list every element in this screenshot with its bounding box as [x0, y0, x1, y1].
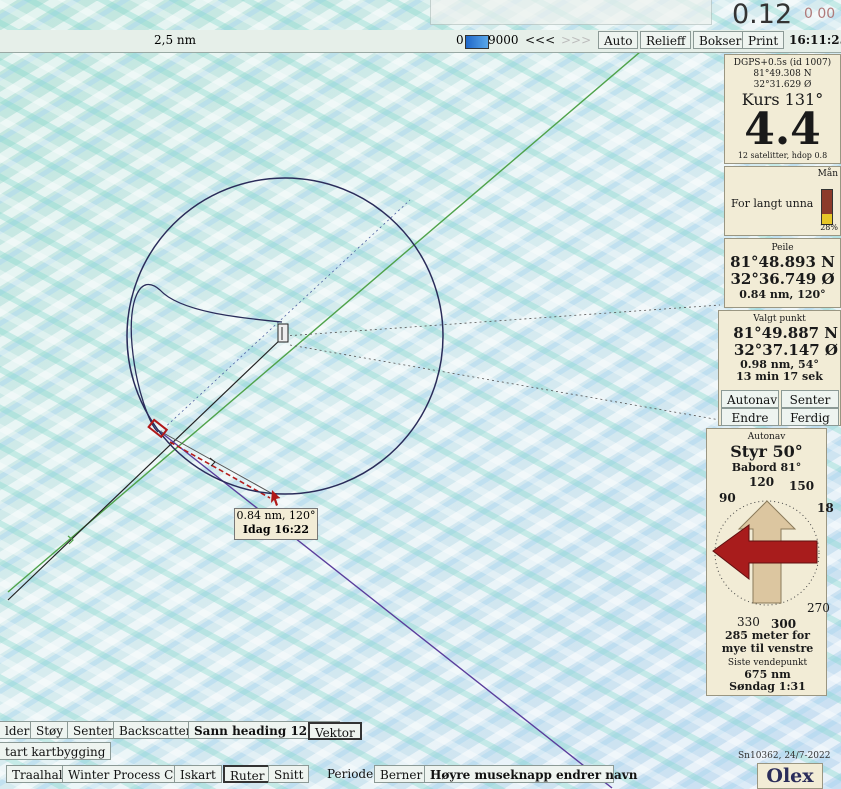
backscatter-button[interactable]: Backscatter	[113, 721, 198, 739]
olex-logo-button[interactable]: Olex	[757, 763, 823, 789]
point-panel: Valgt punkt 81°49.887 N 32°37.147 Ø 0.98…	[718, 310, 841, 426]
speed: 4.4	[744, 104, 821, 155]
top-toolbar: 2,5 nm 0 9000 <<< >>> Auto Relieff Bokse…	[0, 30, 841, 53]
bearing-lat: 81°48.893 N	[730, 253, 835, 271]
compass-tick-270: 270	[807, 601, 830, 615]
back-button[interactable]: <<<	[520, 31, 560, 49]
olex-screen: 0.12 0 00 2,5 nm 0 9000 <<< >>> Auto Rel…	[0, 0, 841, 789]
print-button[interactable]: Print	[742, 31, 785, 49]
bearing-lon: 32°36.749 Ø	[730, 270, 835, 288]
gps-panel: DGPS+0.5s (id 1007) 81°49.308 N 32°31.62…	[724, 54, 841, 164]
scale-bar-label: 2,5 nm	[150, 33, 201, 47]
faded-depth-scale	[430, 0, 712, 25]
target-panel: For langt unna Mån 28%	[724, 166, 841, 236]
clock: 16:11:25	[789, 33, 841, 47]
bearing-panel: Peile 81°48.893 N 32°36.749 Ø 0.84 nm, 1…	[724, 238, 841, 308]
trawl-button[interactable]: Traalhal	[6, 765, 69, 783]
cut-button[interactable]: Snitt	[268, 765, 310, 783]
done-button[interactable]: Ferdig	[781, 408, 839, 426]
relief-button[interactable]: Relieff	[640, 31, 692, 49]
routes-button[interactable]: Ruter	[223, 765, 272, 783]
serial-info: Sn10362, 24/7-2022	[738, 751, 831, 761]
vector-button[interactable]: Vektor	[308, 722, 362, 740]
point-lat: 81°49.887 N	[733, 324, 838, 342]
gauge-label: Mån	[817, 169, 838, 179]
period-button[interactable]: Periode	[322, 765, 378, 783]
icechart-button[interactable]: Iskart	[174, 765, 222, 783]
depth-min: 0	[456, 33, 464, 47]
auto-button[interactable]: Auto	[598, 31, 639, 49]
steer-value: Styr 50°	[730, 442, 803, 461]
last-turn-time: Søndag 1:31	[729, 680, 806, 693]
tooltip-line-1: 0.84 nm, 120°	[236, 509, 316, 522]
waypoint-marker[interactable]	[277, 323, 289, 343]
compass-tick-150: 150	[789, 479, 815, 493]
compass-tick-120: 120	[749, 475, 775, 489]
compass-tick-90: 90	[719, 491, 736, 505]
start-chart-building-button[interactable]: tart kartbygging	[0, 742, 112, 760]
map-tooltip: 0.84 nm, 120° Idag 16:22	[234, 508, 318, 540]
target-status: For langt unna	[731, 197, 814, 210]
point-eta: 13 min 17 sek	[736, 370, 823, 383]
center-button[interactable]: Senter	[781, 390, 839, 408]
boxes-button[interactable]: Bokser	[693, 31, 748, 49]
depth-max[interactable]: 9000	[488, 33, 519, 47]
satellites: 12 satelitter, hdop 0.8	[737, 151, 828, 160]
edit-button[interactable]: Endre	[721, 408, 779, 426]
tooltip-line-2: Idag 16:22	[242, 523, 310, 536]
autonav-panel: Autonav Styr 50° Babord 81° 120 150 90 1…	[706, 428, 834, 696]
compass-tick-330: 330	[737, 615, 760, 629]
level-gauge	[821, 189, 833, 225]
point-lon: 32°37.147 Ø	[733, 341, 838, 359]
autonav-button[interactable]: Autonav	[721, 390, 779, 408]
berner-button[interactable]: Berner	[374, 765, 429, 783]
depth-color-swatch[interactable]	[465, 35, 489, 49]
center-toggle-button[interactable]: Senter	[67, 721, 120, 739]
forward-button[interactable]: >>>	[556, 31, 596, 49]
noise-button[interactable]: Støy	[30, 721, 70, 739]
compass-tick-18: 18	[817, 501, 834, 515]
bearing-dist: 0.84 nm, 120°	[739, 288, 826, 301]
hint-text: Høyre museknapp endrer navn	[424, 765, 637, 783]
top-readout-value: 0.12	[732, 0, 793, 30]
steer-msg-2: mye til venstre	[721, 642, 814, 655]
gps-lat: 81°49.308 N	[753, 69, 812, 79]
steer-msg-1: 285 meter for	[725, 629, 810, 642]
gps-source: DGPS+0.5s (id 1007)	[733, 58, 832, 68]
top-readout-unit: 0 00	[804, 6, 836, 22]
gauge-percent: 28%	[820, 223, 838, 232]
